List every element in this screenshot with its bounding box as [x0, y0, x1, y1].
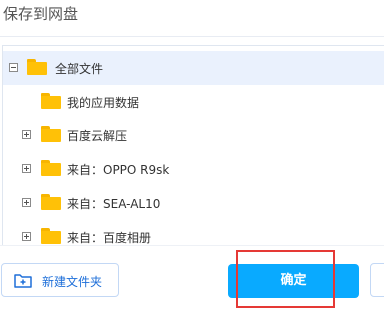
- dialog-title: 保存到网盘: [3, 5, 79, 23]
- tree-item-app-data[interactable]: 我的应用数据: [3, 85, 384, 119]
- new-folder-icon: [14, 272, 32, 288]
- tree-item-all-files[interactable]: 全部文件: [3, 51, 384, 85]
- tree-item-label: 来自：OPPO R9sk: [67, 163, 170, 177]
- folder-icon: [27, 59, 47, 75]
- expand-icon[interactable]: [22, 130, 31, 139]
- title-divider: [0, 36, 384, 37]
- collapse-icon[interactable]: [9, 63, 18, 72]
- folder-icon: [41, 228, 61, 244]
- folder-tree: 全部文件 我的应用数据 百度云解压 来自：OPPO R9sk 来自：SEA-AL…: [2, 45, 384, 246]
- folder-icon: [41, 126, 61, 142]
- expand-icon[interactable]: [22, 198, 31, 207]
- tree-item-from-oppo[interactable]: 来自：OPPO R9sk: [3, 152, 384, 186]
- cancel-button[interactable]: [370, 263, 384, 297]
- expand-icon[interactable]: [22, 164, 31, 173]
- folder-icon: [41, 160, 61, 176]
- confirm-button[interactable]: 确定: [228, 264, 359, 298]
- tree-item-label: 来自：SEA-AL10: [67, 197, 161, 211]
- footer-divider: [0, 245, 384, 246]
- tree-item-label: 百度云解压: [67, 129, 128, 143]
- tree-item-label: 我的应用数据: [67, 96, 140, 110]
- tree-item-label: 全部文件: [55, 62, 104, 76]
- folder-icon: [41, 93, 61, 109]
- new-folder-label: 新建文件夹: [42, 275, 103, 289]
- tree-item-from-album[interactable]: 来自：百度相册: [3, 220, 384, 246]
- expand-icon[interactable]: [22, 232, 31, 241]
- tree-item-from-sea[interactable]: 来自：SEA-AL10: [3, 186, 384, 220]
- save-to-cloud-dialog: 保存到网盘 全部文件 我的应用数据 百度云解压 来自：OPPO R9sk 来自：…: [0, 0, 384, 315]
- folder-icon: [41, 194, 61, 210]
- tree-item-label: 来自：百度相册: [67, 231, 152, 245]
- new-folder-button[interactable]: 新建文件夹: [1, 263, 119, 297]
- tree-item-baidu-unzip[interactable]: 百度云解压: [3, 118, 384, 152]
